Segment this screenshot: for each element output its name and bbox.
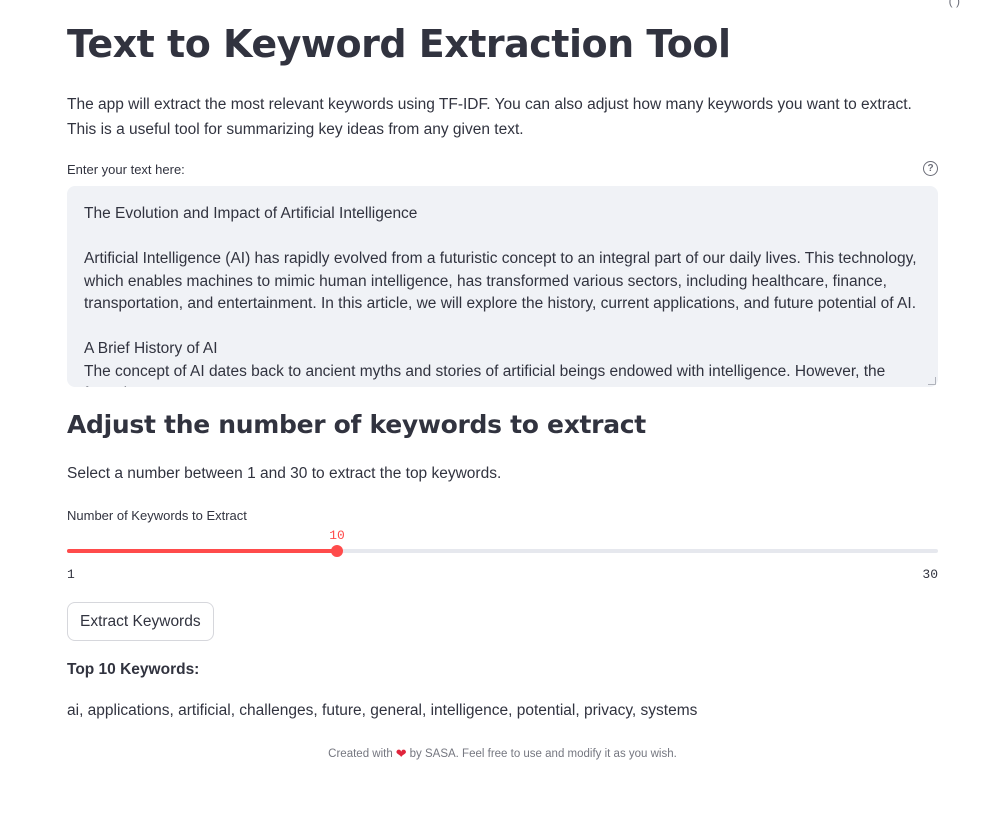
footer: Created with ❤ by SASA. Feel free to use a… <box>67 746 938 762</box>
heart-icon: ❤ <box>395 746 407 761</box>
slider-section-heading: Adjust the number of keywords to extract <box>67 410 646 439</box>
slider-fill <box>67 549 337 553</box>
slider-label: Number of Keywords to Extract <box>67 508 247 523</box>
keyword-count-slider-track[interactable] <box>67 549 938 553</box>
keywords-list: ai, applications, artificial, challenges… <box>67 702 698 719</box>
text-input-value[interactable]: The Evolution and Impact of Artificial I… <box>67 186 938 387</box>
footer-suffix: by SASA. Feel free to use and modify it … <box>409 748 677 760</box>
intro-text: The app will extract the most relevant k… <box>67 96 912 138</box>
extract-keywords-button[interactable]: Extract Keywords <box>67 602 214 641</box>
menu-corner-icon[interactable]: ( ) <box>949 0 960 8</box>
resize-handle-icon[interactable] <box>928 377 936 385</box>
question-circle-icon[interactable]: ? <box>923 161 938 176</box>
results-title: Top 10 Keywords: <box>67 661 200 678</box>
slider-min-label: 1 <box>67 567 75 582</box>
slider-max-label: 30 <box>922 567 938 582</box>
slider-thumb[interactable] <box>331 545 343 557</box>
footer-prefix: Created with <box>328 748 393 760</box>
text-input-area[interactable]: The Evolution and Impact of Artificial I… <box>67 186 938 387</box>
slider-value-label: 10 <box>329 528 345 543</box>
slider-description: Select a number between 1 and 30 to extr… <box>67 465 502 482</box>
page-title: Text to Keyword Extraction Tool <box>67 22 731 66</box>
text-input-label: Enter your text here: <box>67 162 185 177</box>
